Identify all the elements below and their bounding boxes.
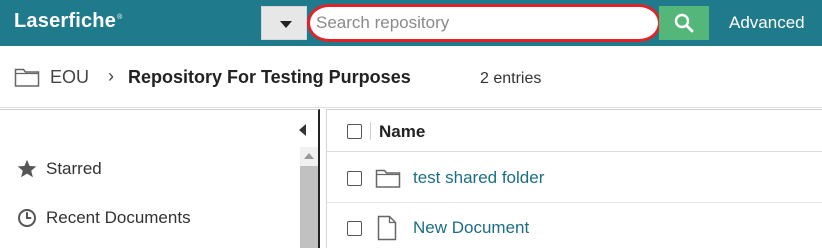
star-icon [17,159,37,178]
entry-link[interactable]: New Document [413,218,529,238]
breadcrumb-root[interactable]: EOU [50,67,89,88]
sidebar-item-recent-documents[interactable]: Recent Documents [16,207,191,229]
collapse-panel-icon[interactable] [299,124,306,136]
search-input[interactable] [316,10,654,36]
clock-icon [18,209,36,227]
scrollbar-thumb[interactable] [300,166,318,248]
row-checkbox[interactable] [347,221,362,236]
search-icon [674,13,694,33]
sidebar-item-label: Starred [46,159,102,178]
column-divider [370,122,371,140]
row-checkbox[interactable] [347,171,362,186]
document-icon [377,215,397,241]
folder-icon [14,68,40,87]
advanced-search-link[interactable]: Advanced [729,13,805,33]
navigation-panel: Starred Recent Documents [0,109,320,248]
top-bar: Laserfiche® Advanced [0,0,822,46]
table-row[interactable]: New Document [327,203,822,248]
logo-registered-mark: ® [117,14,123,22]
search-button[interactable] [659,6,709,40]
breadcrumb-separator: › [108,66,114,86]
folder-icon [375,169,401,188]
search-scope-dropdown[interactable] [261,6,307,40]
laserfiche-logo[interactable]: Laserfiche® [14,10,122,33]
breadcrumb: EOU › Repository For Testing Purposes 2 … [0,46,822,108]
breadcrumb-current: Repository For Testing Purposes [128,67,411,87]
logo-text: Laserfiche [14,10,117,32]
entry-link[interactable]: test shared folder [413,168,544,188]
sidebar-item-starred[interactable]: Starred [16,158,102,180]
table-row[interactable]: test shared folder [327,153,822,203]
scroll-up-icon[interactable] [304,153,314,159]
caret-down-icon [280,21,292,28]
column-header-name[interactable]: Name [379,122,425,142]
search-highlight [307,4,661,42]
entry-count: 2 entries [480,70,542,87]
entry-list: Name test shared folder New Document [326,109,822,248]
select-all-checkbox[interactable] [347,124,362,139]
sidebar-item-label: Recent Documents [46,208,191,227]
list-header: Name [327,110,822,152]
